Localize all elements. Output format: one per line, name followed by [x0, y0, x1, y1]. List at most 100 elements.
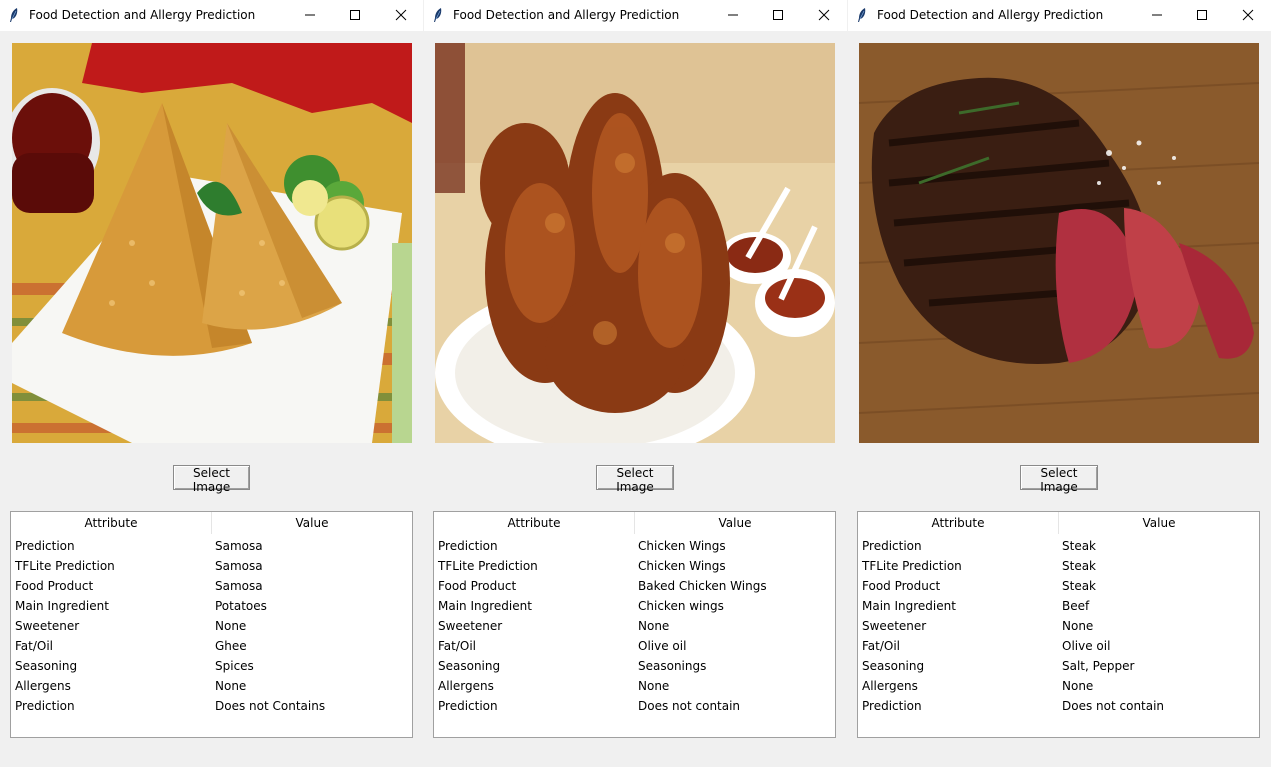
table-row[interactable]: Sweetener None [11, 616, 412, 636]
title-bar[interactable]: Food Detection and Allergy Prediction [848, 0, 1271, 31]
attribute-cell: Prediction [15, 539, 75, 553]
table-row[interactable]: Seasoning Salt, Pepper [858, 656, 1259, 676]
title-bar[interactable]: Food Detection and Allergy Prediction [0, 0, 423, 31]
table-row[interactable]: Fat/Oil Olive oil [434, 636, 835, 656]
value-cell: Steak [1062, 559, 1097, 573]
value-cell: Chicken Wings [638, 559, 726, 573]
maximize-icon[interactable] [1190, 4, 1214, 26]
value-cell: Samosa [215, 559, 263, 573]
title-bar[interactable]: Food Detection and Allergy Prediction [424, 0, 847, 31]
attribute-cell: Prediction [862, 699, 922, 713]
column-header-value[interactable]: Value [212, 512, 412, 534]
table-row[interactable]: Seasoning Seasonings [434, 656, 835, 676]
value-cell: None [215, 619, 247, 633]
food-image-steak [859, 43, 1259, 443]
table-row[interactable]: Prediction Samosa [11, 536, 412, 556]
table-row[interactable]: TFLite Prediction Chicken Wings [434, 556, 835, 576]
value-cell: Chicken wings [638, 599, 724, 613]
value-cell: Baked Chicken Wings [638, 579, 767, 593]
attribute-cell: TFLite Prediction [862, 559, 962, 573]
minimize-icon[interactable] [1145, 4, 1169, 26]
value-cell: None [638, 619, 670, 633]
maximize-icon[interactable] [766, 4, 790, 26]
minimize-icon[interactable] [298, 4, 322, 26]
table-row[interactable]: Seasoning Spices [11, 656, 412, 676]
attribute-cell: Seasoning [15, 659, 78, 673]
value-cell: Does not contain [1062, 699, 1165, 713]
attribute-table: Attribute Value Prediction Steak TFLite P… [857, 511, 1260, 738]
value-cell: Salt, Pepper [1062, 659, 1135, 673]
attribute-cell: Allergens [438, 679, 494, 693]
table-row[interactable]: Prediction Does not contain [434, 696, 835, 716]
table-row[interactable]: Sweetener None [434, 616, 835, 636]
value-cell: None [638, 679, 670, 693]
attribute-cell: Prediction [15, 699, 75, 713]
value-cell: Samosa [215, 539, 263, 553]
column-header-attribute[interactable]: Attribute [858, 512, 1059, 534]
table-row[interactable]: Main Ingredient Potatoes [11, 596, 412, 616]
close-icon[interactable] [1236, 4, 1260, 26]
table-row[interactable]: Main Ingredient Beef [858, 596, 1259, 616]
attribute-cell: Main Ingredient [438, 599, 532, 613]
table-row[interactable]: TFLite Prediction Steak [858, 556, 1259, 576]
attribute-cell: Prediction [862, 539, 922, 553]
attribute-cell: TFLite Prediction [15, 559, 115, 573]
table-row[interactable]: Main Ingredient Chicken wings [434, 596, 835, 616]
attribute-cell: TFLite Prediction [438, 559, 538, 573]
table-row[interactable]: Allergens None [858, 676, 1259, 696]
close-icon[interactable] [812, 4, 836, 26]
table-row[interactable]: Food Product Samosa [11, 576, 412, 596]
app-window-chicken-wings: Food Detection and Allergy Prediction Se… [424, 0, 847, 767]
table-row[interactable]: Food Product Baked Chicken Wings [434, 576, 835, 596]
attribute-cell: Food Product [438, 579, 517, 593]
value-cell: Spices [215, 659, 254, 673]
table-header: Attribute Value [858, 512, 1259, 534]
attribute-cell: Allergens [862, 679, 918, 693]
table-row[interactable]: Sweetener None [858, 616, 1259, 636]
attribute-cell: Seasoning [862, 659, 925, 673]
table-row[interactable]: Prediction Does not Contains [11, 696, 412, 716]
attribute-cell: Prediction [438, 539, 498, 553]
column-header-value[interactable]: Value [635, 512, 835, 534]
attribute-table: Attribute Value Prediction Chicken Wings … [433, 511, 836, 738]
maximize-icon[interactable] [343, 4, 367, 26]
select-image-button[interactable]: Select Image [173, 465, 250, 494]
select-image-button[interactable]: Select Image [1020, 465, 1098, 494]
table-row[interactable]: Food Product Steak [858, 576, 1259, 596]
table-row[interactable]: Prediction Does not contain [858, 696, 1259, 716]
attribute-cell: Seasoning [438, 659, 501, 673]
value-cell: Potatoes [215, 599, 267, 613]
app-window-samosa: Food Detection and Allergy Prediction Se… [0, 0, 423, 767]
attribute-cell: Main Ingredient [15, 599, 109, 613]
attribute-cell: Sweetener [438, 619, 503, 633]
attribute-cell: Fat/Oil [438, 639, 477, 653]
table-row[interactable]: Prediction Steak [858, 536, 1259, 556]
food-image-samosa [12, 43, 412, 443]
close-icon[interactable] [389, 4, 413, 26]
column-header-value[interactable]: Value [1059, 512, 1259, 534]
attribute-table: Attribute Value Prediction Samosa TFLite … [10, 511, 413, 738]
table-row[interactable]: Allergens None [434, 676, 835, 696]
food-image-chicken-wings [435, 43, 835, 443]
select-image-button[interactable]: Select Image [596, 465, 674, 494]
attribute-cell: Food Product [15, 579, 94, 593]
table-row[interactable]: TFLite Prediction Samosa [11, 556, 412, 576]
attribute-cell: Sweetener [15, 619, 80, 633]
value-cell: Chicken Wings [638, 539, 726, 553]
app-window-steak: Food Detection and Allergy Prediction Se… [848, 0, 1271, 767]
feather-icon [10, 8, 18, 22]
value-cell: Seasonings [638, 659, 707, 673]
value-cell: Samosa [215, 579, 263, 593]
column-header-attribute[interactable]: Attribute [434, 512, 635, 534]
window-title: Food Detection and Allergy Prediction [877, 8, 1104, 22]
minimize-icon[interactable] [721, 4, 745, 26]
attribute-cell: Allergens [15, 679, 71, 693]
table-row[interactable]: Allergens None [11, 676, 412, 696]
table-row[interactable]: Fat/Oil Ghee [11, 636, 412, 656]
table-row[interactable]: Fat/Oil Olive oil [858, 636, 1259, 656]
table-row[interactable]: Prediction Chicken Wings [434, 536, 835, 556]
attribute-cell: Prediction [438, 699, 498, 713]
attribute-cell: Fat/Oil [862, 639, 901, 653]
column-header-attribute[interactable]: Attribute [11, 512, 212, 534]
feather-icon [434, 8, 442, 22]
